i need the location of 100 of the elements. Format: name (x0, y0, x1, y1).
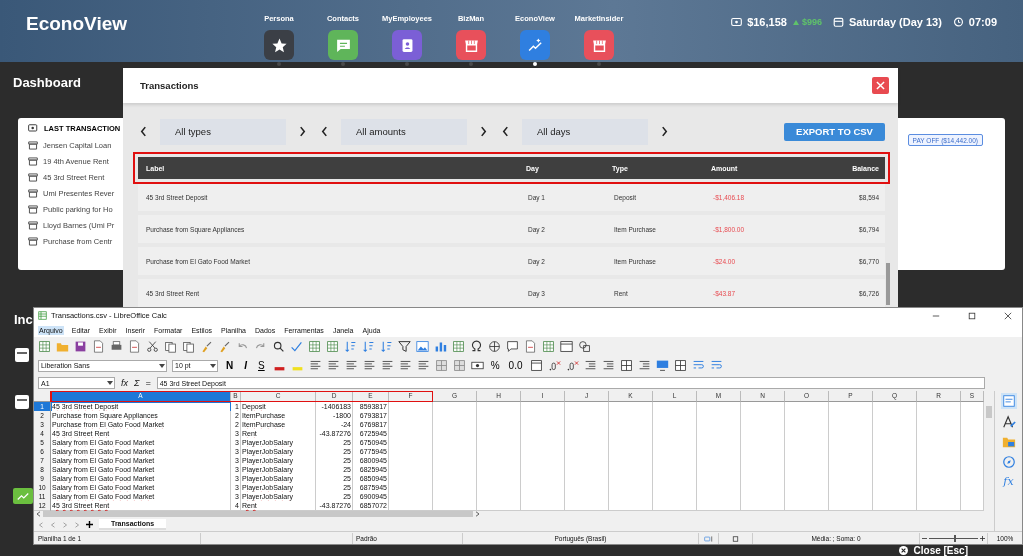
close-button[interactable] (872, 77, 889, 94)
banknote-icon[interactable] (470, 359, 484, 372)
spreadsheet-cell[interactable] (873, 402, 917, 412)
spreadsheet-cell[interactable] (917, 501, 961, 511)
filter-selector[interactable]: All days (522, 118, 648, 145)
document-icon[interactable] (128, 340, 141, 353)
filter-selector[interactable]: All types (160, 118, 286, 145)
text-align-icon[interactable] (308, 359, 322, 372)
spreadsheet-cell[interactable] (477, 501, 521, 511)
formula-symbol[interactable]: fx (121, 378, 128, 388)
number-format-button[interactable]: 0.0 (506, 360, 525, 371)
table-grid-icon[interactable] (673, 359, 687, 372)
selection-mode-icon[interactable] (704, 535, 713, 542)
chevron-right-icon[interactable] (661, 126, 668, 137)
number-format-button[interactable]: % (488, 360, 502, 371)
spreadsheet-cell[interactable] (697, 402, 741, 412)
app-launcher[interactable] (264, 30, 294, 60)
spreadsheet-cell[interactable] (829, 501, 873, 511)
copy-icon[interactable] (164, 340, 177, 353)
spellcheck-icon[interactable] (290, 340, 303, 353)
chevron-left-icon[interactable] (321, 126, 328, 137)
decimal-icon[interactable] (547, 359, 561, 372)
clipboard-icon[interactable] (182, 340, 195, 353)
spreadsheet-cell[interactable] (477, 402, 521, 412)
window-icon[interactable] (560, 340, 573, 353)
spreadsheet-cell[interactable] (961, 402, 984, 412)
text-align-icon[interactable] (601, 359, 615, 372)
sort-icon[interactable] (380, 340, 393, 353)
scroll-left-icon[interactable] (36, 511, 41, 517)
format-button[interactable]: S (255, 360, 268, 371)
sort-icon[interactable] (344, 340, 357, 353)
text-align-icon[interactable] (398, 359, 412, 372)
spreadsheet-cell[interactable] (653, 402, 697, 412)
search-icon[interactable] (272, 340, 285, 353)
omega-icon[interactable] (470, 340, 483, 353)
zoom-slider-thumb[interactable] (953, 535, 956, 542)
spreadsheet-cell[interactable] (697, 501, 741, 511)
document-icon[interactable] (92, 340, 105, 353)
spreadsheet-cell[interactable] (917, 402, 961, 412)
document-icon[interactable] (524, 340, 537, 353)
text-align-icon[interactable] (344, 359, 358, 372)
scrollbar-thumb[interactable] (43, 511, 473, 517)
spreadsheet-cell[interactable] (653, 501, 697, 511)
spreadsheet-cell[interactable] (521, 501, 565, 511)
functions-button[interactable]: fx (1003, 475, 1014, 488)
properties-icon[interactable] (1000, 393, 1017, 409)
spreadsheet-cell[interactable] (741, 501, 785, 511)
zoom-in-icon[interactable] (980, 536, 985, 541)
close-icon[interactable] (1004, 311, 1012, 320)
calendar-icon[interactable] (529, 359, 543, 372)
sort-icon[interactable] (362, 340, 375, 353)
spreadsheet-cell[interactable] (829, 402, 873, 412)
monitor-icon[interactable] (655, 359, 669, 372)
text-align-icon[interactable] (362, 359, 376, 372)
shapes-icon[interactable] (578, 340, 591, 353)
spreadsheet-cell[interactable] (565, 501, 609, 511)
text-align-icon[interactable] (637, 359, 651, 372)
image-icon[interactable] (416, 340, 429, 353)
brush-icon[interactable] (1001, 415, 1016, 429)
text-align-icon[interactable] (416, 359, 430, 372)
table-grid-icon[interactable] (619, 359, 633, 372)
chevron-right-icon[interactable] (299, 126, 306, 137)
text-align-icon[interactable] (326, 359, 340, 372)
formula-symbol[interactable]: = (145, 378, 151, 388)
maximize-icon[interactable] (968, 311, 976, 320)
spreadsheet-cell[interactable] (785, 402, 829, 412)
spreadsheet-cell[interactable] (609, 402, 653, 412)
globe-icon[interactable] (488, 340, 501, 353)
funnel-icon[interactable] (398, 340, 411, 353)
folder-icon[interactable] (56, 340, 69, 353)
app-launcher[interactable] (328, 30, 358, 60)
compass-icon[interactable] (1001, 455, 1016, 469)
bar-chart-icon[interactable] (434, 340, 447, 353)
comment-icon[interactable] (506, 340, 519, 353)
formula-symbol[interactable]: Σ (134, 378, 140, 388)
spreadsheet-cell[interactable] (873, 501, 917, 511)
text-align-icon[interactable] (380, 359, 394, 372)
scroll-right-icon[interactable] (475, 511, 480, 517)
spreadsheet-cell[interactable] (521, 402, 565, 412)
printer-icon[interactable] (110, 340, 123, 353)
decimal-icon[interactable] (565, 359, 579, 372)
app-launcher[interactable] (584, 30, 614, 60)
spreadsheet-cell[interactable] (785, 501, 829, 511)
spreadsheet-cell[interactable] (741, 402, 785, 412)
spreadsheet-cell[interactable] (389, 402, 433, 412)
wrap-text-icon[interactable] (709, 359, 723, 372)
spreadsheet-cell[interactable] (565, 402, 609, 412)
spreadsheet-cell[interactable] (961, 501, 984, 511)
close-button[interactable]: Close [Esc] (898, 545, 968, 556)
chevron-right-icon[interactable] (480, 126, 487, 137)
chart-button[interactable] (13, 488, 33, 504)
spreadsheet-cell[interactable] (433, 402, 477, 412)
zoom-out-icon[interactable] (922, 536, 927, 541)
add-sheet-icon[interactable] (86, 521, 93, 528)
spreadsheet-cell[interactable] (433, 501, 477, 511)
app-launcher[interactable] (392, 30, 422, 60)
app-launcher[interactable] (456, 30, 486, 60)
spreadsheet-cell[interactable] (609, 501, 653, 511)
text-align-icon[interactable] (583, 359, 597, 372)
gallery-folder-icon[interactable] (1001, 435, 1016, 449)
